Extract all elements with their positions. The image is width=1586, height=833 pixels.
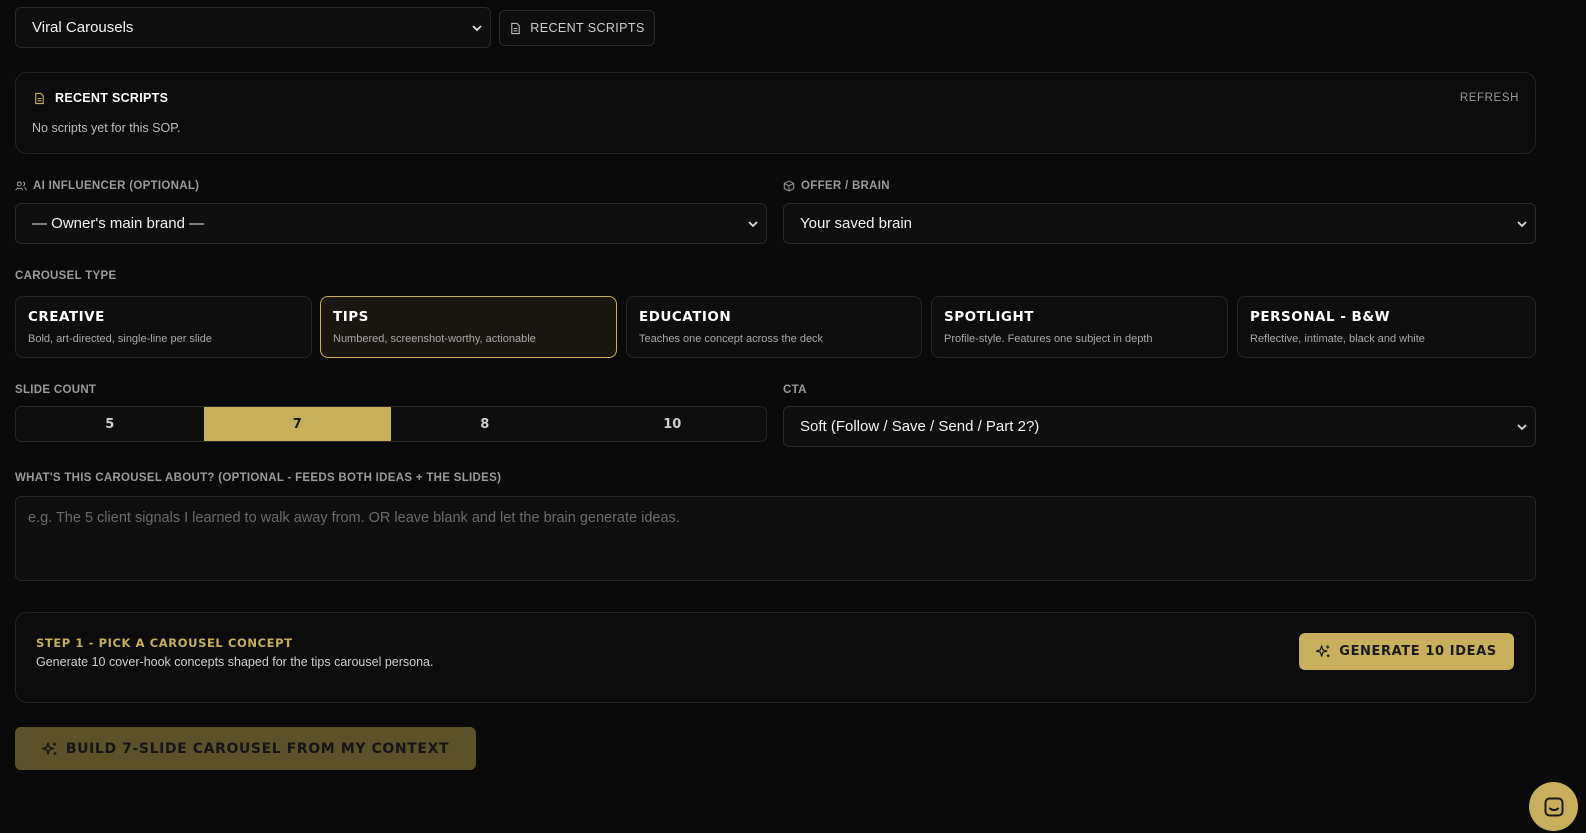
build-carousel-button[interactable]: BUILD 7-SLIDE CAROUSEL FROM MY CONTEXT (15, 727, 476, 770)
carousel-type-spotlight[interactable]: SPOTLIGHT Profile-style. Features one su… (931, 296, 1228, 358)
offer-select-value: Your saved brain (800, 215, 913, 232)
build-carousel-button-label: BUILD 7-SLIDE CAROUSEL FROM MY CONTEXT (65, 740, 450, 757)
influencer-select-value: — Owner's main brand — (32, 215, 205, 232)
chevron-down-icon (746, 217, 760, 231)
chat-icon (1542, 795, 1566, 819)
carousel-type-title: SPOTLIGHT (944, 309, 1035, 325)
carousel-type-desc: Teaches one concept across the deck (639, 333, 824, 345)
cta-select[interactable]: Soft (Follow / Save / Send / Part 2?) (783, 406, 1536, 447)
recent-scripts-button[interactable]: RECENT SCRIPTS (499, 10, 655, 46)
carousel-type-title: TIPS (333, 309, 369, 325)
document-icon (33, 92, 46, 105)
cube-icon (783, 180, 795, 192)
chevron-down-icon (1515, 217, 1529, 231)
carousel-type-label: CAROUSEL TYPE (15, 270, 116, 282)
step1-title: STEP 1 - PICK A CAROUSEL CONCEPT (36, 636, 293, 650)
recent-scripts-empty-text: No scripts yet for this SOP. (32, 121, 181, 135)
generate-ideas-button[interactable]: GENERATE 10 IDEAS (1299, 633, 1514, 670)
carousel-type-creative[interactable]: CREATIVE Bold, art-directed, single-line… (15, 296, 312, 358)
influencer-label: AI INFLUENCER (OPTIONAL) (15, 180, 199, 192)
offer-label-text: OFFER / BRAIN (801, 180, 890, 192)
carousel-type-desc: Bold, art-directed, single-line per slid… (28, 333, 213, 345)
sparkles-icon (1316, 644, 1331, 659)
carousel-type-tips[interactable]: TIPS Numbered, screenshot-worthy, action… (320, 296, 617, 358)
carousel-type-title: PERSONAL - B&W (1250, 309, 1391, 325)
recent-scripts-header: RECENT SCRIPTS (33, 91, 168, 105)
sop-select[interactable]: Viral Carousels (15, 7, 491, 48)
slide-count-option-5[interactable]: 5 (16, 407, 204, 441)
slide-count-label-text: SLIDE COUNT (15, 384, 97, 396)
slide-count-option-7[interactable]: 7 (203, 407, 391, 441)
chevron-down-icon (470, 21, 484, 35)
slide-count-selector: 5 7 8 10 (15, 406, 767, 442)
recent-scripts-button-label: RECENT SCRIPTS (530, 21, 645, 35)
carousel-type-desc: Reflective, intimate, black and white (1250, 333, 1425, 345)
recent-scripts-title: RECENT SCRIPTS (55, 91, 169, 105)
influencer-select[interactable]: — Owner's main brand — (15, 203, 767, 244)
generate-ideas-button-label: GENERATE 10 IDEAS (1339, 644, 1497, 659)
carousel-type-desc: Profile-style. Features one subject in d… (944, 333, 1153, 345)
carousel-type-desc: Numbered, screenshot-worthy, actionable (333, 333, 536, 345)
about-label-text: WHAT'S THIS CAROUSEL ABOUT? (OPTIONAL - … (15, 472, 502, 484)
cta-select-value: Soft (Follow / Save / Send / Part 2?) (800, 418, 1040, 435)
sop-select-value: Viral Carousels (32, 19, 134, 36)
refresh-button[interactable]: REFRESH (1460, 92, 1519, 104)
document-icon (509, 22, 522, 35)
slide-count-option-10[interactable]: 10 (579, 407, 767, 441)
users-icon (15, 180, 27, 192)
slide-count-option-8[interactable]: 8 (391, 407, 579, 441)
carousel-type-title: EDUCATION (639, 309, 732, 325)
influencer-label-text: AI INFLUENCER (OPTIONAL) (33, 180, 200, 192)
sparkles-icon (41, 741, 58, 757)
cta-label-text: CTA (783, 384, 807, 396)
carousel-type-education[interactable]: EDUCATION Teaches one concept across the… (626, 296, 922, 358)
about-textarea[interactable] (15, 496, 1536, 581)
about-label: WHAT'S THIS CAROUSEL ABOUT? (OPTIONAL - … (15, 472, 501, 484)
slide-count-label: SLIDE COUNT (15, 384, 96, 396)
chevron-down-icon (1515, 420, 1529, 434)
carousel-type-label-text: CAROUSEL TYPE (15, 270, 117, 282)
carousel-type-personal-bw[interactable]: PERSONAL - B&W Reflective, intimate, bla… (1237, 296, 1536, 358)
step1-desc: Generate 10 cover-hook concepts shaped f… (36, 655, 434, 669)
carousel-type-title: CREATIVE (28, 309, 105, 325)
offer-label: OFFER / BRAIN (783, 180, 890, 192)
chat-launcher-button[interactable] (1529, 782, 1578, 831)
cta-label: CTA (783, 384, 807, 396)
offer-select[interactable]: Your saved brain (783, 203, 1536, 244)
recent-scripts-panel: RECENT SCRIPTS REFRESH No scripts yet fo… (15, 72, 1536, 154)
